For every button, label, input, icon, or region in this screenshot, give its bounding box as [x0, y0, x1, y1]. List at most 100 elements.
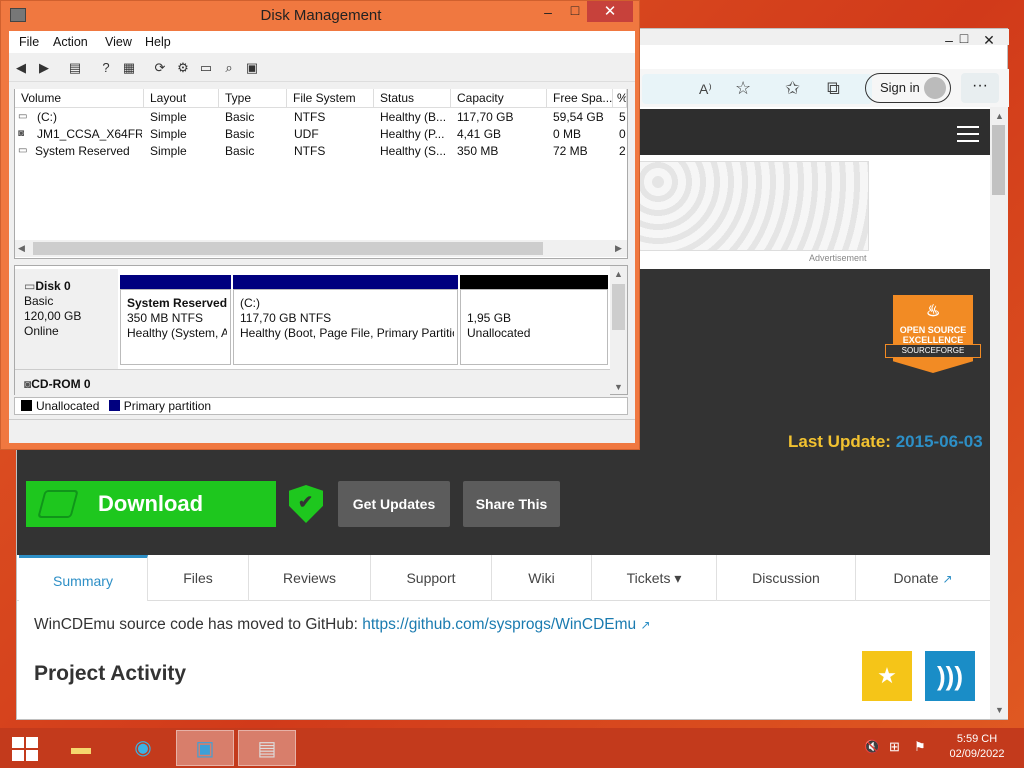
- cell-status: Healthy (P...: [380, 127, 445, 141]
- share-button[interactable]: Share This: [463, 481, 560, 527]
- hamburger-menu-icon[interactable]: [957, 126, 979, 142]
- column-type[interactable]: Type: [219, 89, 287, 108]
- forward-icon[interactable]: ▶: [36, 60, 52, 76]
- partition-name: (C:): [240, 296, 260, 310]
- get-updates-button[interactable]: Get Updates: [338, 481, 450, 527]
- collections-icon[interactable]: ⧉: [827, 78, 840, 99]
- menu-help[interactable]: Help: [145, 35, 171, 49]
- clock-date: 02/09/2022: [949, 748, 1005, 760]
- column-volume[interactable]: Volume: [15, 89, 144, 108]
- scroll-up-icon[interactable]: ▲: [614, 269, 623, 279]
- tab-tickets[interactable]: Tickets ▾: [592, 555, 717, 601]
- column-layout[interactable]: Layout: [144, 89, 219, 108]
- scroll-up-icon[interactable]: ▲: [995, 111, 1004, 121]
- search-icon[interactable]: ⌕: [221, 60, 237, 76]
- file-explorer-icon[interactable]: ▬: [52, 730, 110, 766]
- table-row[interactable]: ◙ JM1_CCSA_X64FR... Simple Basic UDF Hea…: [15, 126, 627, 143]
- disk0-label[interactable]: ▭Disk 0 Basic 120,00 GB Online: [15, 269, 118, 369]
- badge-ribbon: SOURCEFORGE: [885, 344, 981, 358]
- scroll-down-icon[interactable]: ▼: [614, 382, 623, 392]
- tab-donate[interactable]: Donate ↗: [856, 555, 990, 601]
- partition-unallocated[interactable]: 1,95 GB Unallocated: [460, 289, 608, 365]
- read-aloud-icon[interactable]: A⁾: [699, 81, 712, 98]
- partition-status: Healthy (System, A: [127, 326, 227, 340]
- scrollbar-thumb[interactable]: [33, 242, 543, 255]
- more-menu-button[interactable]: ···: [961, 73, 999, 103]
- network-icon[interactable]: ⊞: [889, 739, 900, 755]
- tab-discussion[interactable]: Discussion: [717, 555, 856, 601]
- table-row[interactable]: ▭ System Reserved Simple Basic NTFS Heal…: [15, 143, 627, 160]
- favorites-icon[interactable]: ✩: [785, 78, 800, 99]
- column-status[interactable]: Status: [374, 89, 451, 108]
- column-capacity[interactable]: Capacity: [451, 89, 547, 108]
- disk-management-window: Disk Management – □ ✕ File Action View H…: [0, 0, 640, 450]
- github-link[interactable]: https://github.com/sysprogs/WinCDEmu: [362, 616, 636, 633]
- cell-layout: Simple: [150, 127, 187, 141]
- show-hide-console-icon[interactable]: ▤: [67, 60, 83, 76]
- partition-size: 1,95 GB: [467, 311, 512, 325]
- maximize-icon[interactable]: □: [562, 0, 588, 21]
- unallocated-swatch: [21, 400, 32, 411]
- edge-browser-icon[interactable]: ◉: [114, 730, 172, 766]
- partition-size: 350 MB NTFS: [127, 311, 204, 325]
- volume-muted-icon[interactable]: 🔇: [864, 739, 880, 755]
- cell-percent-free: 0: [619, 127, 626, 141]
- ad-banner[interactable]: [637, 161, 869, 251]
- menu-view[interactable]: View: [105, 35, 132, 49]
- add-favorite-icon[interactable]: ☆: [735, 78, 751, 99]
- refresh-icon[interactable]: ⟳: [152, 60, 168, 76]
- rss-button[interactable]: ))): [925, 651, 975, 701]
- scroll-right-icon[interactable]: ▶: [615, 243, 622, 254]
- cell-capacity: 117,70 GB: [457, 110, 514, 124]
- disk0-title: ▭Disk 0: [24, 279, 71, 293]
- cdrom-label: ◙CD-ROM 0: [24, 377, 91, 391]
- vertical-scrollbar[interactable]: [990, 107, 1008, 719]
- star-button[interactable]: ★: [862, 651, 912, 701]
- tab-reviews[interactable]: Reviews: [249, 555, 371, 601]
- start-button[interactable]: [12, 737, 38, 761]
- partition-system-reserved[interactable]: System Reserved 350 MB NTFS Healthy (Sys…: [120, 289, 231, 365]
- tab-summary[interactable]: Summary: [19, 555, 148, 601]
- scrollbar-thumb[interactable]: [612, 284, 625, 330]
- clock[interactable]: 5:59 CH 02/09/2022: [938, 732, 1016, 762]
- scrollbar-thumb[interactable]: [992, 125, 1005, 195]
- format-icon[interactable]: ▣: [244, 60, 260, 76]
- column-free-space[interactable]: Free Spa...: [547, 89, 613, 108]
- table-row[interactable]: ▭ (C:) Simple Basic NTFS Healthy (B... 1…: [15, 109, 627, 126]
- menu-action[interactable]: Action: [53, 35, 88, 49]
- menu-file[interactable]: File: [19, 35, 39, 49]
- column-file-system[interactable]: File System: [287, 89, 374, 108]
- cdrom-row[interactable]: ◙CD-ROM 0: [15, 369, 610, 395]
- cell-type: Basic: [225, 110, 255, 124]
- legend-unallocated: Unallocated: [36, 399, 100, 413]
- cell-free-space: 59,54 GB: [553, 110, 604, 124]
- partition-size: 117,70 GB NTFS: [240, 311, 332, 325]
- settings-icon[interactable]: ⚙: [175, 60, 191, 76]
- primary-swatch: [108, 400, 120, 411]
- scroll-down-icon[interactable]: ▼: [995, 705, 1004, 715]
- minimize-icon[interactable]: –: [535, 1, 561, 23]
- tab-wiki[interactable]: Wiki: [492, 555, 592, 601]
- tab-support[interactable]: Support: [371, 555, 492, 601]
- disk-app-icon[interactable]: ▣: [176, 730, 234, 766]
- back-icon[interactable]: ◀: [13, 60, 29, 76]
- column-percent-free[interactable]: %: [613, 89, 627, 108]
- close-icon[interactable]: ✕: [587, 1, 633, 22]
- avatar-icon: [924, 77, 946, 99]
- scroll-left-icon[interactable]: ◀: [18, 243, 25, 254]
- help-icon[interactable]: ?: [98, 60, 114, 76]
- tab-files[interactable]: Files: [148, 555, 249, 601]
- flag-icon[interactable]: ⚑: [914, 739, 926, 755]
- partition-status: Healthy (Boot, Page File, Primary Partit…: [240, 326, 454, 340]
- clock-time: 5:59 CH: [956, 733, 998, 745]
- close-icon[interactable]: ✕: [974, 29, 1004, 51]
- cell-type: Basic: [225, 144, 255, 158]
- disk-management-taskbar-icon[interactable]: ▤: [238, 730, 296, 766]
- partition-bar-primary: [120, 275, 231, 289]
- properties-icon[interactable]: ▦: [121, 60, 137, 76]
- external-link-icon: ↗: [942, 572, 953, 586]
- activity-heading: Project Activity: [34, 662, 187, 685]
- open-folder-icon[interactable]: ▭: [198, 60, 214, 76]
- partition-c[interactable]: (C:) 117,70 GB NTFS Healthy (Boot, Page …: [233, 289, 458, 365]
- ad-label: Advertisement: [809, 253, 867, 263]
